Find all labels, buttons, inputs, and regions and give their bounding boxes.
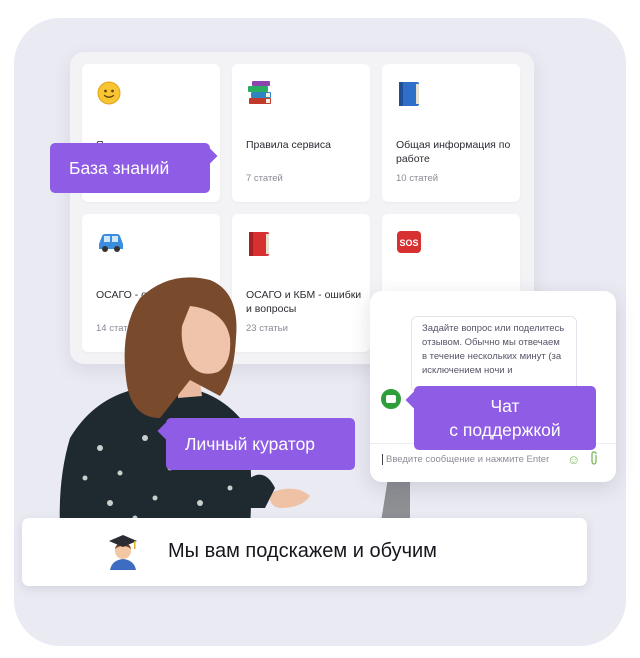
- red-book-icon: [246, 230, 272, 263]
- smiling-face-icon: [96, 80, 122, 111]
- kb-card-service-rules[interactable]: Правила сервиса 7 статей: [232, 64, 370, 202]
- chat-message: Задайте вопрос или поделитесь отзывом. О…: [411, 316, 577, 392]
- label-personal-curator-text: Личный куратор: [185, 434, 316, 454]
- label-personal-curator: Личный куратор: [157, 418, 355, 470]
- attach-icon[interactable]: [589, 451, 599, 468]
- bottom-banner: Мы вам подскажем и обучим: [22, 518, 587, 586]
- label-knowledge-base-text: База знаний: [69, 158, 170, 178]
- books-icon: [246, 80, 274, 111]
- bottom-banner-text: Мы вам подскажем и обучим: [168, 540, 437, 562]
- label-support-chat-line2: с поддержкой: [449, 420, 561, 440]
- student-graduate-icon: [106, 532, 140, 577]
- kb-card-count: 7 статей: [246, 173, 283, 184]
- chat-operator-icon: [379, 387, 403, 411]
- kb-card-count: 10 статей: [396, 173, 439, 184]
- label-support-chat-line1: Чат: [490, 396, 520, 416]
- sos-icon: SOS: [396, 230, 422, 259]
- kb-card-title: Общая информация по работе: [396, 139, 511, 165]
- kb-card-title: Правила сервиса: [246, 139, 332, 151]
- svg-text:SOS: SOS: [399, 238, 418, 248]
- chat-message-input[interactable]: Введите сообщение и нажмите Enter: [382, 454, 567, 465]
- woman-at-laptop-image: [59, 277, 410, 528]
- emoji-icon[interactable]: ☺: [567, 452, 580, 467]
- kb-card-general-info[interactable]: Общая информация по работе 10 статей: [382, 64, 520, 202]
- car-icon: [96, 230, 126, 259]
- blue-book-icon: [396, 80, 422, 113]
- label-support-chat: Чат с поддержкой: [405, 386, 596, 450]
- label-knowledge-base: База знаний: [50, 143, 218, 193]
